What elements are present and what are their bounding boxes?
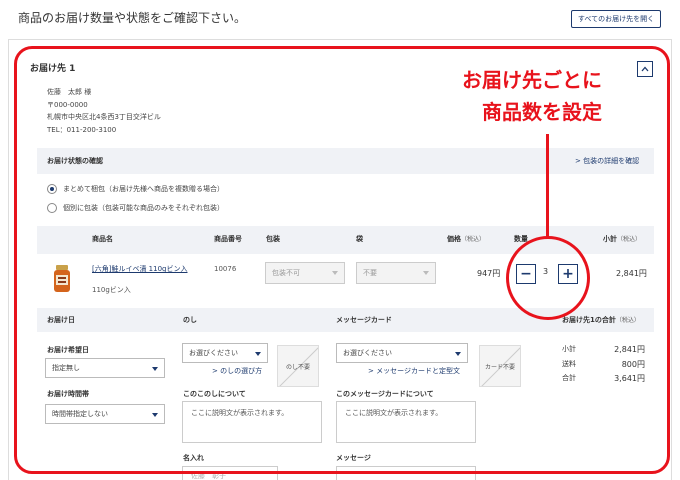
- delivery-time-select[interactable]: 時間帯指定しない: [45, 404, 165, 424]
- delivery-time-value: 時間帯指定しない: [52, 410, 108, 418]
- callout-line-2: 商品数を設定: [482, 100, 602, 124]
- noshi-select-value: お選びください: [189, 349, 238, 357]
- col-subtotal-note: （税込）: [617, 236, 642, 243]
- message-card-about-label: このメッセージカードについて: [336, 390, 434, 398]
- delivery-date-label: お届け希望日: [47, 346, 89, 354]
- delivery-date-heading: お届け日: [47, 316, 75, 324]
- packing-option-individual-label: 個別に包装（包装可能な商品のみをそれぞれ包装）: [63, 204, 224, 212]
- packing-radio-together[interactable]: [47, 184, 57, 194]
- product-sub: 110gビン入: [92, 286, 131, 294]
- open-all-destinations-button[interactable]: すべてのお届け先を開く: [571, 10, 661, 28]
- col-qty: 数量: [514, 235, 528, 243]
- noshi-name-label: 名入れ: [183, 454, 204, 462]
- col-code: 商品番号: [214, 235, 242, 243]
- address-postal: 〒000-0000: [47, 101, 88, 109]
- message-card-link[interactable]: > メッセージカードと定型文: [368, 368, 460, 375]
- noshi-about-box: ここに説明文が表示されます。: [182, 401, 322, 443]
- noshi-guide-link[interactable]: > のしの選び方: [212, 368, 262, 375]
- summary-shipping-label: 送料: [562, 360, 576, 368]
- quantity-value[interactable]: 3: [543, 268, 548, 276]
- bag-select[interactable]: 不要: [356, 262, 436, 284]
- chevron-down-icon: [152, 413, 158, 417]
- address-name: 佐藤 太郎 様: [47, 88, 92, 96]
- bag-select-value: 不要: [363, 269, 377, 277]
- summary-total-value: 3,641円: [614, 374, 645, 383]
- product-subtotal: 2,841円: [616, 269, 647, 278]
- address-phone: TEL：011-200-3100: [47, 126, 117, 134]
- message-card-sample-label: カード不要: [484, 363, 515, 371]
- wrap-select-value: 包装不可: [272, 269, 300, 277]
- message-card-select[interactable]: お選びください: [336, 343, 468, 363]
- message-card-sample-image: カード不要: [479, 345, 521, 387]
- callout-pointer: [546, 134, 549, 237]
- col-product: 商品名: [92, 235, 113, 243]
- col-price: 価格（税込）: [447, 236, 485, 243]
- message-label: メッセージ: [336, 454, 371, 462]
- destination-title: お届け先 1: [30, 64, 76, 74]
- noshi-about-label: このこのしについて: [183, 390, 246, 398]
- packing-radio-individual[interactable]: [47, 203, 57, 213]
- chevron-down-icon: [423, 271, 429, 275]
- collapse-icon[interactable]: [637, 61, 653, 77]
- summary-heading-label: お届け先1の合計: [562, 316, 616, 324]
- col-wrap: 包装: [266, 235, 280, 243]
- noshi-sample-label: のし不要: [285, 363, 310, 371]
- quantity-increase-button[interactable]: +: [558, 264, 578, 284]
- message-input[interactable]: [336, 466, 476, 480]
- summary-heading-note: （税込）: [615, 317, 640, 324]
- delivery-time-label: お届け時間帯: [47, 390, 89, 398]
- quantity-decrease-button[interactable]: −: [516, 264, 536, 284]
- summary-heading: お届け先1の合計（税込）: [562, 317, 640, 324]
- packing-status-band: [37, 148, 654, 174]
- message-card-heading: メッセージカード: [336, 316, 392, 324]
- summary-total-label: 合計: [562, 374, 576, 382]
- noshi-heading: のし: [183, 316, 197, 324]
- summary-subtotal-label: 小計: [562, 345, 576, 353]
- summary-shipping-value: 800円: [621, 360, 645, 369]
- chevron-down-icon: [255, 352, 261, 356]
- callout-line-1: お届け先ごとに: [462, 68, 602, 92]
- chevron-down-icon: [455, 352, 461, 356]
- noshi-sample-image: のし不要: [277, 345, 319, 387]
- col-price-label: 価格: [447, 235, 461, 243]
- product-name-link[interactable]: [六角]鮭ルイベ漬 110gビン入: [92, 266, 188, 273]
- col-subtotal-label: 小計: [603, 235, 617, 243]
- product-thumbnail[interactable]: [51, 264, 73, 294]
- product-code: 10076: [214, 265, 237, 273]
- address-street: 札幌市中央区北4条西3丁目交洋ビル: [47, 113, 161, 121]
- wrap-select: 包装不可: [265, 262, 345, 284]
- col-price-note: （税込）: [461, 236, 486, 243]
- delivery-date-value: 指定無し: [52, 364, 80, 372]
- packing-option-together-label: まとめて梱包（お届け先様へ商品を複数贈る場合）: [63, 185, 224, 193]
- checkout-page: 商品のお届け数量や状態をご確認下さい。 すべてのお届け先を開く お届け先 1 佐…: [0, 0, 680, 480]
- col-bag: 袋: [356, 235, 363, 243]
- packing-details-link[interactable]: > 包装の詳細を確認: [575, 158, 639, 165]
- col-subtotal: 小計（税込）: [603, 236, 641, 243]
- product-table-header: [37, 226, 654, 254]
- callout-text: お届け先ごとに 商品数を設定: [432, 64, 602, 128]
- message-card-select-value: お選びください: [343, 349, 392, 357]
- chevron-down-icon: [152, 367, 158, 371]
- packing-status-label: お届け状態の確認: [47, 157, 103, 165]
- noshi-name-input[interactable]: 佐藤 彰子: [182, 466, 278, 480]
- page-title: 商品のお届け数量や状態をご確認下さい。: [18, 11, 247, 25]
- summary-subtotal-value: 2,841円: [614, 345, 645, 354]
- delivery-date-select[interactable]: 指定無し: [45, 358, 165, 378]
- message-card-about-box: ここに説明文が表示されます。: [336, 401, 476, 443]
- product-price: 947円: [477, 269, 501, 278]
- chevron-down-icon: [332, 271, 338, 275]
- noshi-select[interactable]: お選びください: [182, 343, 268, 363]
